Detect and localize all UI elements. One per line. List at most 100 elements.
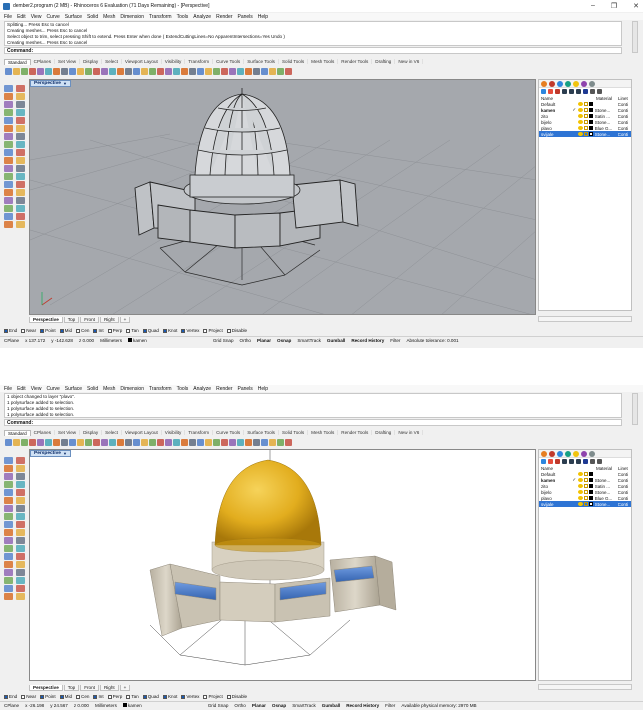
status-smarttrack[interactable]: SmartTrack	[292, 703, 316, 708]
minimize-icon[interactable]: –	[591, 2, 595, 10]
panel-tab-icon[interactable]	[557, 451, 563, 457]
layer-tool-icon[interactable]	[569, 459, 574, 464]
layer-material[interactable]: Blue G...	[595, 126, 618, 131]
side-tool-icon[interactable]	[4, 593, 13, 600]
toolbar-tool-icon[interactable]	[245, 439, 252, 446]
side-tool-icon[interactable]	[16, 489, 25, 496]
layer-material[interactable]: Stone...	[595, 132, 618, 137]
toolbar-tool-icon[interactable]	[285, 439, 292, 446]
viewport-title-tab[interactable]: Perspective ▼	[30, 80, 71, 87]
osnap-option[interactable]: Disable	[226, 694, 247, 699]
visibility-bulb-icon[interactable]	[578, 472, 583, 476]
side-tool-icon[interactable]	[4, 489, 13, 496]
menu-file[interactable]: File	[4, 386, 12, 392]
osnap-checkbox[interactable]	[59, 328, 64, 333]
layer-color-swatch[interactable]	[588, 484, 593, 488]
toolbar-tool-icon[interactable]	[133, 68, 140, 75]
osnap-checkbox[interactable]	[126, 328, 131, 333]
osnap-option[interactable]: Quad	[142, 694, 159, 699]
toolbar-tool-icon[interactable]	[141, 68, 148, 75]
panel-tab-icon[interactable]	[541, 81, 547, 87]
panel-tab-icon[interactable]	[557, 81, 563, 87]
osnap-checkbox[interactable]	[162, 328, 167, 333]
side-tool-icon[interactable]	[16, 165, 25, 172]
side-tool-icon[interactable]	[16, 529, 25, 536]
menu-solid[interactable]: Solid	[87, 14, 98, 20]
osnap-option[interactable]: Tan	[126, 328, 139, 333]
osnap-checkbox[interactable]	[226, 328, 231, 333]
status-filter[interactable]: Filter	[390, 338, 400, 343]
layer-linetype[interactable]: Conti	[618, 472, 629, 477]
side-tool-icon[interactable]	[4, 93, 13, 100]
layer-color-swatch[interactable]	[588, 502, 593, 506]
side-tool-icon[interactable]	[16, 585, 25, 592]
panel-scrollbar[interactable]	[538, 684, 632, 690]
osnap-checkbox[interactable]	[142, 328, 147, 333]
menu-view[interactable]: View	[31, 386, 42, 392]
side-tool-icon[interactable]	[16, 577, 25, 584]
osnap-checkbox[interactable]	[93, 694, 98, 699]
tab-visibility[interactable]: Visibility	[162, 430, 186, 435]
layer-tool-icon[interactable]	[548, 459, 553, 464]
toolbar-tool-icon[interactable]	[189, 439, 196, 446]
layer-material[interactable]: Stone...	[595, 478, 618, 483]
tab-curve-tools[interactable]: Curve Tools	[213, 59, 245, 64]
toolbar-tool-icon[interactable]	[85, 68, 92, 75]
tab-drafting[interactable]: Drafting	[372, 59, 396, 64]
status-gumball[interactable]: Gumball	[322, 703, 340, 708]
lock-icon[interactable]	[583, 472, 588, 476]
layer-linetype[interactable]: Conti	[618, 478, 629, 483]
osnap-checkbox[interactable]	[40, 328, 45, 333]
side-tool-icon[interactable]	[4, 521, 13, 528]
lock-icon[interactable]	[583, 484, 588, 488]
status-cplane[interactable]: CPlane	[4, 338, 19, 343]
toolbar-tool-icon[interactable]	[253, 439, 260, 446]
tab-set-view[interactable]: Set View	[55, 430, 81, 435]
side-tool-icon[interactable]	[4, 545, 13, 552]
visibility-bulb-icon[interactable]	[578, 102, 583, 106]
view-tab-top[interactable]: Top	[63, 316, 80, 323]
perspective-viewport[interactable]: Perspective ▼	[29, 79, 536, 315]
layer-tool-icon[interactable]	[583, 459, 588, 464]
toolbar-tool-icon[interactable]	[173, 68, 180, 75]
toolbar-tool-icon[interactable]	[101, 439, 108, 446]
lock-icon[interactable]	[583, 114, 588, 118]
osnap-checkbox[interactable]	[76, 694, 81, 699]
toolbar-tool-icon[interactable]	[269, 439, 276, 446]
viewport-title-tab[interactable]: Perspective ▼	[30, 450, 71, 457]
toolbar-tool-icon[interactable]	[277, 439, 284, 446]
status-planar[interactable]: Planar	[257, 338, 271, 343]
toolbar-tool-icon[interactable]	[229, 68, 236, 75]
status-filter[interactable]: Filter	[385, 703, 395, 708]
side-tool-icon[interactable]	[16, 521, 25, 528]
osnap-option[interactable]: Perp	[107, 694, 122, 699]
menu-dimension[interactable]: Dimension	[120, 386, 144, 392]
visibility-bulb-icon[interactable]	[578, 502, 583, 506]
layer-tool-icon[interactable]	[597, 89, 602, 94]
side-tool-icon[interactable]	[16, 457, 25, 464]
lock-icon[interactable]	[583, 108, 588, 112]
toolbar-tool-icon[interactable]	[197, 68, 204, 75]
lock-icon[interactable]	[583, 126, 588, 130]
side-tool-icon[interactable]	[16, 189, 25, 196]
view-tab-right[interactable]: Right	[99, 684, 119, 691]
toolbar-tool-icon[interactable]	[125, 439, 132, 446]
menu-analyze[interactable]: Analyze	[193, 386, 211, 392]
lock-icon[interactable]	[583, 496, 588, 500]
side-tool-icon[interactable]	[4, 585, 13, 592]
layer-linetype[interactable]: Conti	[618, 484, 629, 489]
side-tool-icon[interactable]	[16, 473, 25, 480]
visibility-bulb-icon[interactable]	[578, 108, 583, 112]
status-grid-snap[interactable]: Grid Snap	[213, 338, 234, 343]
tab-standard[interactable]: Standard	[4, 58, 31, 65]
toolbar-tool-icon[interactable]	[53, 439, 60, 446]
panel-scrollbar[interactable]	[538, 316, 632, 322]
toolbar-tool-icon[interactable]	[269, 68, 276, 75]
view-tab-perspective[interactable]: Perspective	[29, 316, 63, 323]
tab-cplanes[interactable]: CPlanes	[31, 430, 56, 435]
side-tool-icon[interactable]	[16, 553, 25, 560]
visibility-bulb-icon[interactable]	[578, 490, 583, 494]
side-tool-icon[interactable]	[4, 497, 13, 504]
tab-new-in-v6[interactable]: New in V6	[395, 430, 424, 435]
toolbar-tool-icon[interactable]	[101, 68, 108, 75]
